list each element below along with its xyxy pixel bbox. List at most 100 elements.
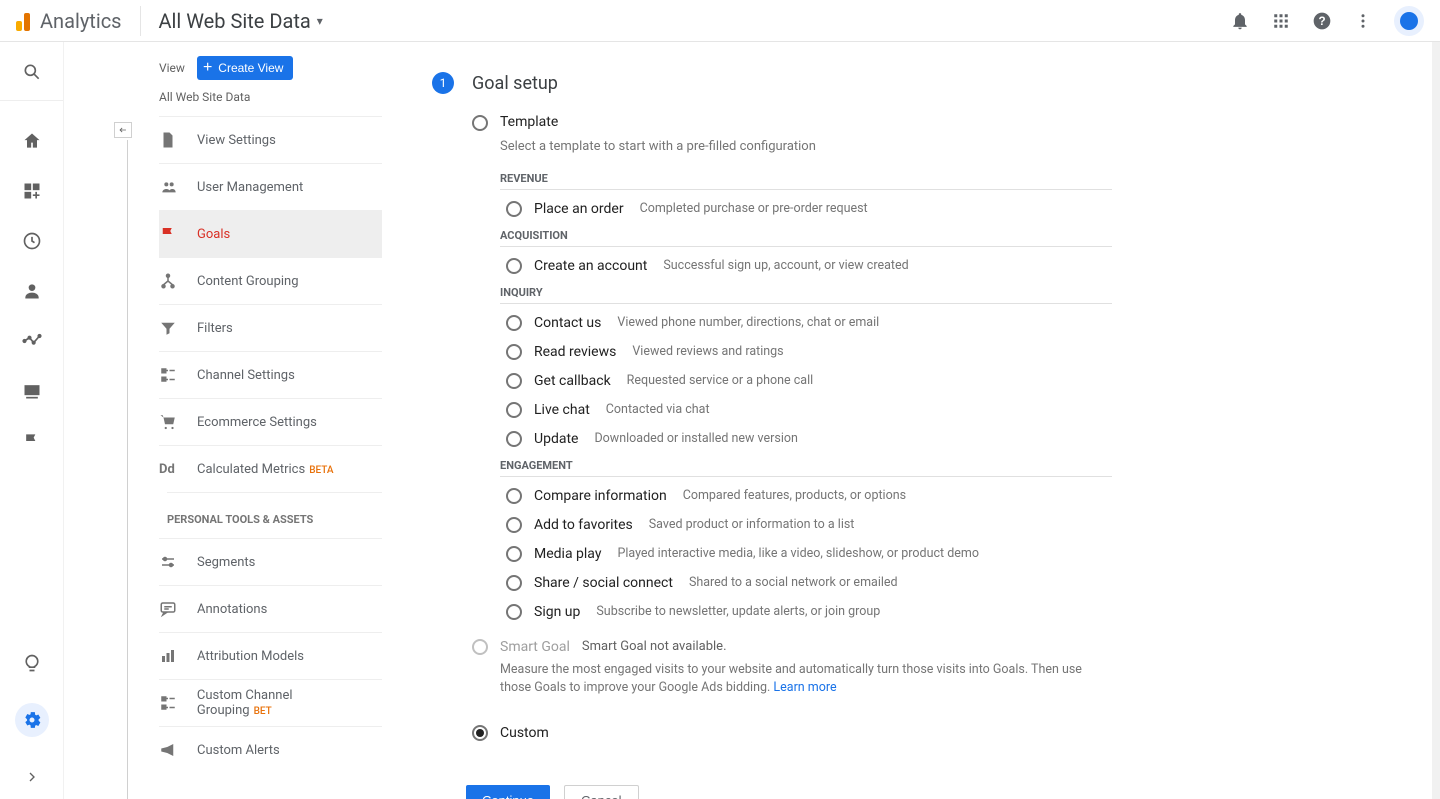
continue-button[interactable]: Continue: [466, 785, 550, 799]
template-option-label: Contact us: [534, 315, 601, 331]
view-selector-dropdown[interactable]: All Web Site Data ▾: [159, 9, 323, 33]
sidebar-item-label: Custom Alerts: [197, 743, 280, 758]
more-vert-icon[interactable]: [1354, 12, 1372, 30]
sidebar-item-label: Goals: [197, 227, 230, 242]
template-option-desc: Completed purchase or pre-order request: [640, 201, 868, 216]
admin-icon[interactable]: [15, 703, 49, 737]
custom-label: Custom: [500, 725, 549, 741]
template-hint: Select a template to start with a pre-fi…: [500, 139, 1112, 154]
sidebar-item-channel-settings[interactable]: Channel Settings: [159, 351, 382, 398]
radio-option[interactable]: [506, 373, 522, 389]
template-option-label: Create an account: [534, 258, 647, 274]
template-option: Sign upSubscribe to newsletter, update a…: [506, 603, 1112, 620]
sidebar-item-goals[interactable]: Goals: [159, 210, 382, 257]
template-option-label: Place an order: [534, 201, 624, 217]
svg-text:?: ?: [1318, 15, 1325, 28]
smart-goal-status: Smart Goal not available.: [582, 639, 727, 654]
template-label: Template: [500, 114, 558, 130]
template-option-label: Sign up: [534, 604, 580, 620]
collapse-handle[interactable]: [114, 122, 132, 138]
cancel-button[interactable]: Cancel: [564, 785, 638, 799]
sidebar-item-segments[interactable]: Segments: [159, 538, 382, 585]
bars-icon: [159, 647, 181, 665]
radio-option[interactable]: [506, 604, 522, 620]
sidebar-item-label: User Management: [197, 180, 303, 195]
radio-option[interactable]: [506, 431, 522, 447]
template-option-desc: Saved product or information to a list: [649, 517, 855, 532]
sidebar-item-filters[interactable]: Filters: [159, 304, 382, 351]
hierarchy-icon: [159, 272, 181, 290]
sidebar-item-label: Filters: [197, 321, 233, 336]
sidebar-item-custom-alerts[interactable]: Custom Alerts: [159, 726, 382, 773]
conversions-icon[interactable]: [22, 431, 42, 451]
behavior-icon[interactable]: [22, 381, 42, 401]
template-option-label: Compare information: [534, 488, 667, 504]
sidebar-item-content-grouping[interactable]: Content Grouping: [159, 257, 382, 304]
group-icon: [159, 179, 181, 195]
sidebar-item-custom-channel-grouping[interactable]: Custom Channel GroupingBET: [159, 679, 382, 726]
nav-rail: [0, 42, 65, 799]
radio-option[interactable]: [506, 402, 522, 418]
dd-icon: Dd: [159, 462, 181, 477]
channel-icon: [159, 366, 181, 384]
radio-option[interactable]: [506, 344, 522, 360]
customization-icon[interactable]: [22, 181, 42, 201]
radio-option[interactable]: [506, 258, 522, 274]
view-selector-label: All Web Site Data: [159, 9, 311, 33]
beta-badge: BET: [254, 706, 272, 717]
topbar: Analytics All Web Site Data ▾ ?: [0, 0, 1440, 42]
header-divider: [140, 6, 141, 36]
chevron-right-icon[interactable]: [22, 767, 42, 787]
bell-icon[interactable]: [1230, 11, 1250, 31]
filter-icon: [159, 319, 181, 337]
cart-icon: [159, 413, 181, 431]
template-option-label: Update: [534, 431, 578, 447]
step-badge: 1: [432, 72, 454, 94]
template-option: Place an order Completed purchase or pre-…: [506, 200, 1112, 217]
current-view-name: All Web Site Data: [65, 88, 382, 116]
template-option: Add to favorites Saved product or informa…: [506, 516, 1112, 533]
radio-option[interactable]: [506, 546, 522, 562]
sidebar-item-calculated-metrics[interactable]: DdCalculated MetricsBETA: [159, 445, 382, 492]
search-icon[interactable]: [22, 62, 42, 82]
sidebar-item-label: Attribution Models: [197, 649, 304, 664]
help-icon[interactable]: ?: [1312, 11, 1332, 31]
sidebar-item-annotations[interactable]: Annotations: [159, 585, 382, 632]
sidebar-item-attribution-models[interactable]: Attribution Models: [159, 632, 382, 679]
acquisition-icon[interactable]: [22, 331, 42, 351]
sliders-icon: [159, 553, 181, 571]
sidebar-item-ecommerce-settings[interactable]: Ecommerce Settings: [159, 398, 382, 445]
audience-icon[interactable]: [22, 281, 42, 301]
realtime-icon[interactable]: [22, 231, 42, 251]
template-option-label: Add to favorites: [534, 517, 633, 533]
template-option-label: Live chat: [534, 402, 590, 418]
home-icon[interactable]: [22, 131, 42, 151]
tree-line: [127, 140, 128, 799]
sidebar-item-user-management[interactable]: User Management: [159, 163, 382, 210]
radio-option[interactable]: [506, 488, 522, 504]
discover-icon[interactable]: [22, 653, 42, 673]
template-option-desc: Shared to a social network or emailed: [689, 575, 898, 590]
admin-sidebar: View + Create View All Web Site Data Vie…: [65, 42, 382, 799]
apps-grid-icon[interactable]: [1272, 12, 1290, 30]
megaphone-icon: [159, 741, 181, 759]
radio-option[interactable]: [506, 517, 522, 533]
template-option-desc: Played interactive media, like a video, …: [617, 546, 979, 561]
template-option-label: Media play: [534, 546, 601, 562]
learn-more-link[interactable]: Learn more: [773, 680, 836, 695]
create-view-button[interactable]: + Create View: [197, 56, 294, 80]
file-icon: [159, 131, 181, 149]
scrollbar-track[interactable]: [1432, 42, 1440, 799]
radio-custom[interactable]: [472, 725, 488, 741]
avatar[interactable]: [1394, 6, 1424, 36]
template-option-desc: Compared features, products, or options: [683, 488, 906, 503]
template-option: Create an accountSuccessful sign up, acc…: [506, 257, 1112, 274]
sidebar-item-label: Content Grouping: [197, 274, 299, 289]
radio-option[interactable]: [506, 201, 522, 217]
radio-option[interactable]: [506, 315, 522, 331]
radio-template[interactable]: [472, 115, 488, 131]
view-heading: View: [159, 61, 185, 75]
radio-option[interactable]: [506, 575, 522, 591]
sidebar-item-view-settings[interactable]: View Settings: [159, 116, 382, 163]
sidebar-item-label: Annotations: [197, 602, 267, 617]
